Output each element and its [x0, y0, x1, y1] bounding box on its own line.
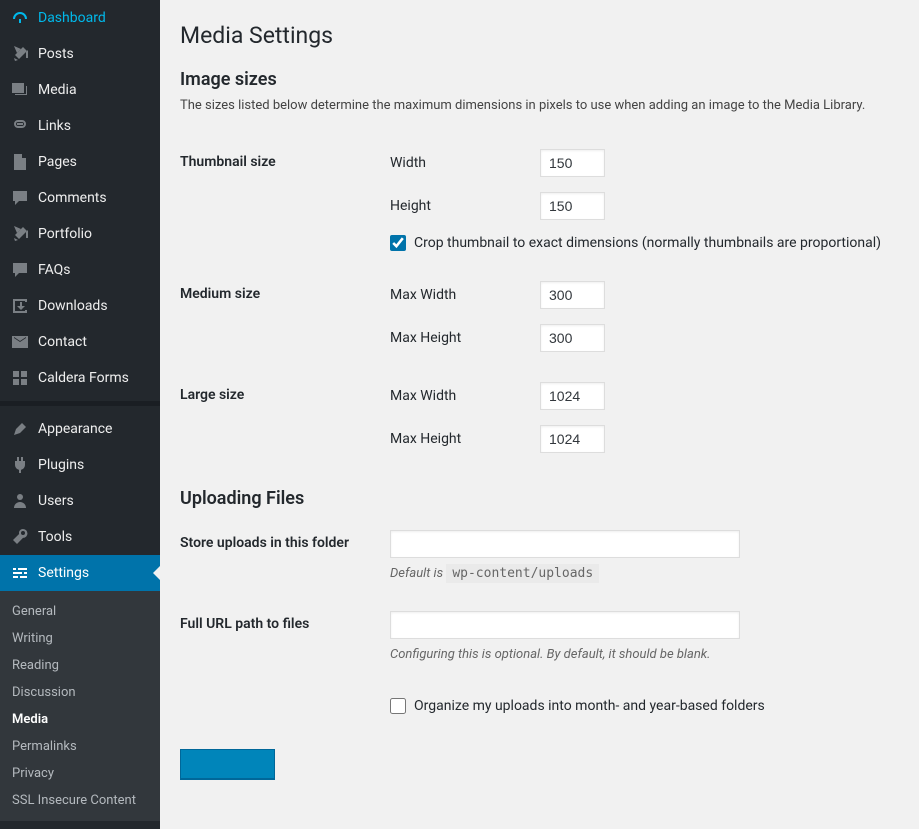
- sidebar-item-faqs[interactable]: FAQs: [0, 252, 160, 288]
- comments-icon: [10, 188, 30, 208]
- sidebar-item-comments[interactable]: Comments: [0, 180, 160, 216]
- large-size-label: Large size: [180, 367, 380, 468]
- media-icon: [10, 80, 30, 100]
- save-changes-button[interactable]: [180, 749, 275, 779]
- sidebar-item-caldera[interactable]: Caldera Forms: [0, 360, 160, 396]
- faqs-icon: [10, 260, 30, 280]
- sidebar-item-users[interactable]: Users: [0, 483, 160, 519]
- submenu-item-reading[interactable]: Reading: [0, 652, 160, 679]
- pages-icon: [10, 152, 30, 172]
- uploading-files-heading: Uploading Files: [180, 488, 899, 509]
- submenu-item-writing[interactable]: Writing: [0, 625, 160, 652]
- large-maxwidth-input[interactable]: [540, 382, 605, 410]
- sidebar-item-label: Contact: [38, 334, 87, 350]
- sidebar-item-label: Portfolio: [38, 226, 92, 242]
- default-path-code: wp-content/uploads: [446, 564, 599, 583]
- sidebar-item-tools[interactable]: Tools: [0, 519, 160, 555]
- contact-icon: [10, 332, 30, 352]
- settings-submenu: GeneralWritingReadingDiscussionMediaPerm…: [0, 591, 160, 821]
- sidebar-item-label: Dashboard: [38, 10, 106, 26]
- medium-size-label: Medium size: [180, 266, 380, 367]
- sidebar-item-contact[interactable]: Contact: [0, 324, 160, 360]
- medium-maxheight-input[interactable]: [540, 324, 605, 352]
- sidebar-item-label: Posts: [38, 46, 74, 62]
- links-icon: [10, 116, 30, 136]
- large-maxheight-input[interactable]: [540, 425, 605, 453]
- sidebar-item-plugins[interactable]: Plugins: [0, 447, 160, 483]
- sidebar-item-label: Users: [38, 493, 74, 509]
- large-maxheight-label: Max Height: [390, 431, 540, 447]
- sidebar-item-appearance[interactable]: Appearance: [0, 411, 160, 447]
- submenu-item-discussion[interactable]: Discussion: [0, 679, 160, 706]
- store-folder-label: Store uploads in this folder: [180, 515, 380, 596]
- sidebar-item-pages[interactable]: Pages: [0, 144, 160, 180]
- portfolio-icon: [10, 224, 30, 244]
- sidebar-item-label: Plugins: [38, 457, 84, 473]
- page-title: Media Settings: [180, 22, 899, 49]
- sidebar-item-label: Comments: [38, 190, 107, 206]
- main-content: Media Settings Image sizes The sizes lis…: [160, 0, 919, 829]
- sidebar-item-dashboard[interactable]: Dashboard: [0, 0, 160, 36]
- sidebar-item-label: Pages: [38, 154, 77, 170]
- thumbnail-crop-checkbox[interactable]: [390, 235, 406, 251]
- store-folder-helper: Default is wp-content/uploads: [390, 566, 889, 581]
- sidebar-item-label: FAQs: [38, 262, 71, 278]
- store-folder-input[interactable]: [390, 530, 740, 558]
- sidebar-item-label: Links: [38, 118, 71, 134]
- users-icon: [10, 491, 30, 511]
- thumbnail-height-label: Height: [390, 198, 540, 214]
- sidebar-item-links[interactable]: Links: [0, 108, 160, 144]
- image-sizes-heading: Image sizes: [180, 69, 899, 90]
- sidebar-item-settings[interactable]: Settings: [0, 555, 160, 591]
- sidebar-item-downloads[interactable]: Downloads: [0, 288, 160, 324]
- sidebar-item-label: Media: [38, 82, 77, 98]
- thumbnail-crop-label: Crop thumbnail to exact dimensions (norm…: [414, 235, 881, 251]
- sidebar-item-label: Downloads: [38, 298, 108, 314]
- settings-icon: [10, 563, 30, 583]
- full-url-helper: Configuring this is optional. By default…: [390, 647, 889, 662]
- sidebar-item-label: Appearance: [38, 421, 112, 437]
- tools-icon: [10, 527, 30, 547]
- sidebar-item-media[interactable]: Media: [0, 72, 160, 108]
- admin-sidebar: Dashboard Posts Media Links Pages Comments Por…: [0, 0, 160, 829]
- sidebar-item-label: Caldera Forms: [38, 370, 129, 386]
- sidebar-item-posts[interactable]: Posts: [0, 36, 160, 72]
- full-url-label: Full URL path to files: [180, 596, 380, 677]
- submenu-item-privacy[interactable]: Privacy: [0, 760, 160, 787]
- caldera-icon: [10, 368, 30, 388]
- submenu-item-ssl-insecure-content[interactable]: SSL Insecure Content: [0, 787, 160, 814]
- submenu-item-permalinks[interactable]: Permalinks: [0, 733, 160, 760]
- image-sizes-description: The sizes listed below determine the max…: [180, 96, 899, 116]
- organize-uploads-checkbox[interactable]: [390, 698, 406, 714]
- thumbnail-height-input[interactable]: [540, 192, 605, 220]
- organize-uploads-label: Organize my uploads into month- and year…: [414, 698, 765, 714]
- sidebar-item-portfolio[interactable]: Portfolio: [0, 216, 160, 252]
- dashboard-icon: [10, 8, 30, 28]
- downloads-icon: [10, 296, 30, 316]
- plugins-icon: [10, 455, 30, 475]
- submenu-item-media[interactable]: Media: [0, 706, 160, 733]
- posts-icon: [10, 44, 30, 64]
- full-url-input[interactable]: [390, 611, 740, 639]
- sidebar-separator: [0, 401, 160, 406]
- medium-maxwidth-input[interactable]: [540, 281, 605, 309]
- sidebar-item-label: Settings: [38, 565, 89, 581]
- uploading-files-table: Store uploads in this folder Default is …: [180, 515, 899, 729]
- medium-maxheight-label: Max Height: [390, 330, 540, 346]
- thumbnail-width-label: Width: [390, 155, 540, 171]
- thumbnail-size-label: Thumbnail size: [180, 134, 380, 266]
- large-maxwidth-label: Max Width: [390, 388, 540, 404]
- appearance-icon: [10, 419, 30, 439]
- submenu-item-general[interactable]: General: [0, 598, 160, 625]
- medium-maxwidth-label: Max Width: [390, 287, 540, 303]
- sidebar-item-label: Tools: [38, 529, 72, 545]
- image-sizes-table: Thumbnail size Width Height Crop thumbna…: [180, 134, 899, 468]
- thumbnail-width-input[interactable]: [540, 149, 605, 177]
